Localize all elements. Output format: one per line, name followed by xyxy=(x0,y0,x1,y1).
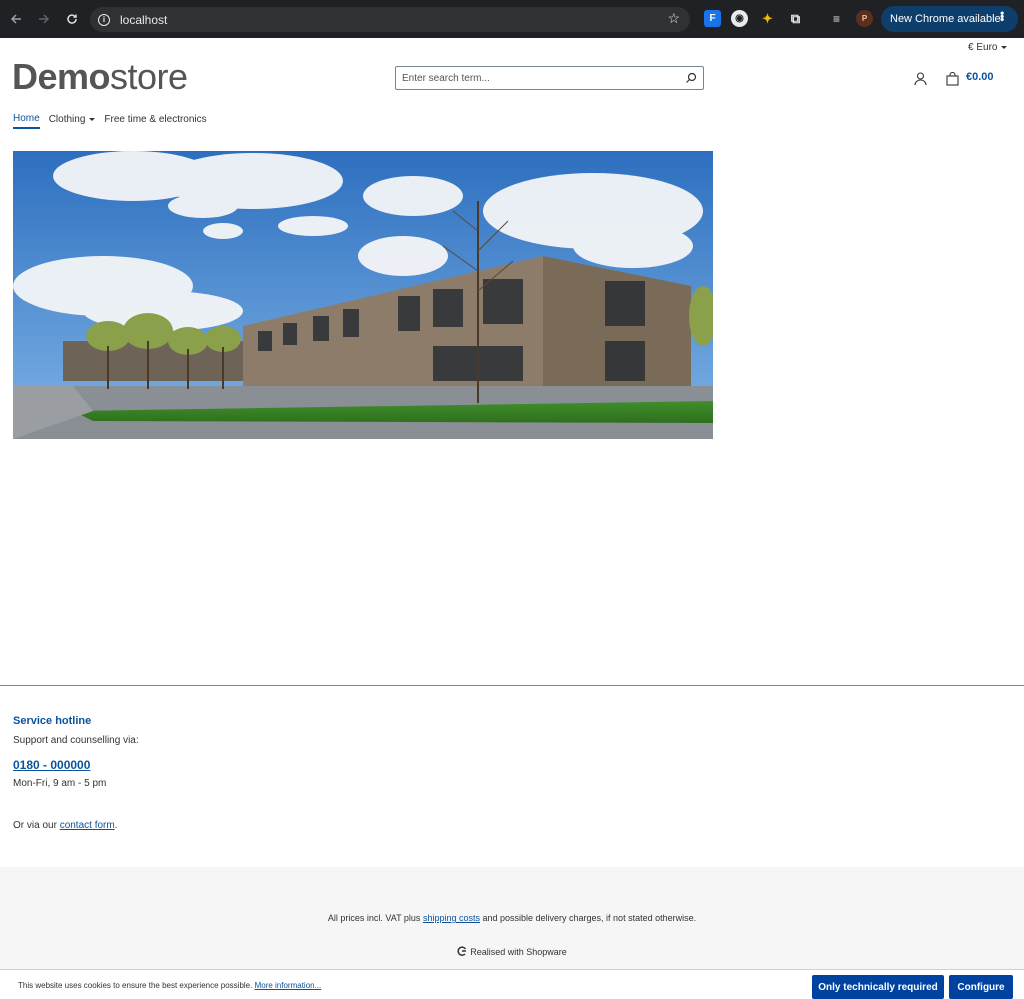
cookie-banner: This website uses cookies to ensure the … xyxy=(0,969,1024,999)
vat-notice: All prices incl. VAT plus shipping costs… xyxy=(327,913,697,923)
forward-icon[interactable] xyxy=(30,5,58,33)
account-icon[interactable] xyxy=(914,72,927,91)
extension-star-icon[interactable]: ✦ xyxy=(759,10,776,27)
search-icon[interactable] xyxy=(679,72,703,84)
shopware-logo-icon xyxy=(457,946,467,958)
bookmark-star-icon[interactable]: ☆ xyxy=(667,10,680,27)
menu-dots-icon[interactable]: ••• xyxy=(995,11,1009,21)
extension-globe-icon[interactable]: ◉ xyxy=(731,10,748,27)
cart-total[interactable]: €0.00 xyxy=(966,71,994,83)
only-technically-required-button[interactable]: Only technically required xyxy=(812,975,944,999)
site-info-icon[interactable]: i xyxy=(98,13,110,26)
service-hotline-heading: Service hotline xyxy=(13,715,92,727)
search-input[interactable] xyxy=(396,67,679,89)
configure-button[interactable]: Configure xyxy=(949,975,1013,999)
currency-dropdown[interactable]: € Euro xyxy=(968,42,1008,53)
contact-text: Or via our contact form. xyxy=(13,820,118,831)
shopware-credit[interactable]: Realised with Shopware xyxy=(0,946,1024,958)
hotline-phone-link[interactable]: 0180 - 000000 xyxy=(13,758,90,772)
nav-item-home[interactable]: Home xyxy=(13,113,40,129)
media-queue-icon[interactable]: ≡ xyxy=(828,10,845,27)
hotline-hours: Mon-Fri, 9 am - 5 pm xyxy=(13,778,107,789)
hero-banner-image xyxy=(13,151,713,439)
chevron-down-icon xyxy=(89,118,96,121)
cookie-more-info-link[interactable]: More information... xyxy=(255,981,322,990)
new-chrome-button[interactable]: New Chrome available ••• xyxy=(881,6,1018,32)
main-navigation: Home Clothing Free time & electronics xyxy=(13,113,216,129)
extensions-puzzle-icon[interactable]: ⧉ xyxy=(787,10,804,27)
contact-form-link[interactable]: contact form xyxy=(60,820,115,831)
cart-icon[interactable] xyxy=(946,71,959,91)
browser-toolbar: i localhost ☆ F ◉ ✦ ⧉ ≡ P New Chrome ava… xyxy=(0,0,1024,38)
reload-icon[interactable] xyxy=(58,5,86,33)
hotline-subtext: Support and counselling via: xyxy=(13,735,139,746)
back-icon[interactable] xyxy=(2,5,30,33)
footer-divider xyxy=(0,685,1024,686)
shipping-costs-link[interactable]: shipping costs xyxy=(423,913,480,923)
nav-item-free-time-electronics[interactable]: Free time & electronics xyxy=(104,113,206,129)
nav-item-clothing[interactable]: Clothing xyxy=(49,113,96,129)
cookie-text: This website uses cookies to ensure the … xyxy=(18,981,322,990)
store-logo[interactable]: Demostore xyxy=(12,56,188,98)
profile-avatar[interactable]: P xyxy=(856,10,873,27)
address-bar[interactable]: i localhost ☆ xyxy=(90,7,690,32)
extension-f-icon[interactable]: F xyxy=(704,10,721,27)
chevron-down-icon xyxy=(1001,46,1008,49)
search-form xyxy=(395,66,704,90)
url-text: localhost xyxy=(120,12,168,27)
